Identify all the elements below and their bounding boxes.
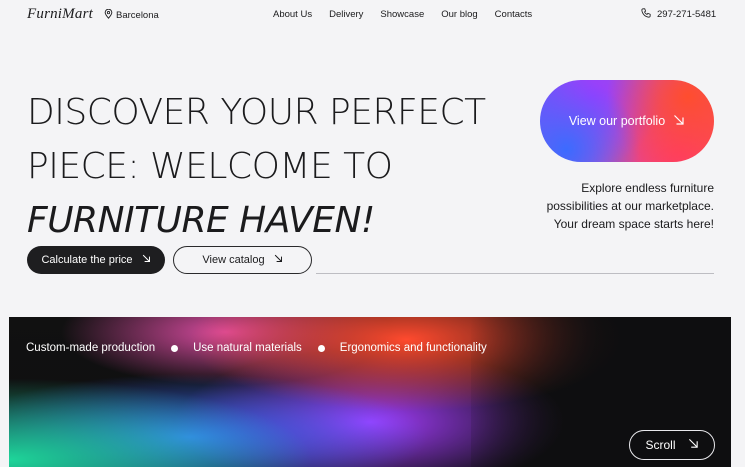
view-catalog-label: View catalog xyxy=(202,254,265,266)
arrow-down-right-icon xyxy=(142,254,151,266)
hero-subtitle: Explore endless furniture possibilities … xyxy=(546,181,714,231)
nav-item-showcase[interactable]: Showcase xyxy=(380,9,424,20)
hero-title: DISCOVER YOUR PERFECT PIECE: WELCOME TO … xyxy=(27,86,547,248)
bullet-dot xyxy=(171,344,179,352)
location-pin-icon xyxy=(104,8,113,22)
phone-icon xyxy=(641,8,651,21)
nav-item-delivery[interactable]: Delivery xyxy=(329,9,363,20)
calculate-price-label: Calculate the price xyxy=(41,254,133,266)
logo[interactable]: FurniMart xyxy=(27,6,93,23)
feature-item: Ergonomics and functionality xyxy=(339,342,487,354)
hero-title-line-2: PIECE: WELCOME TO xyxy=(27,146,393,187)
hero-title-line-1: DISCOVER YOUR PERFECT xyxy=(27,92,486,133)
location-selector[interactable]: Barcelona xyxy=(104,8,159,22)
divider xyxy=(316,273,714,274)
hero-title-line-3: FURNITURE HAVEN! xyxy=(27,200,375,241)
main-nav: About Us Delivery Showcase Our blog Cont… xyxy=(273,9,549,20)
bullet-dot xyxy=(317,344,325,352)
feature-list: Custom-made production Use natural mater… xyxy=(26,342,487,354)
view-portfolio-button[interactable]: View our portfolio xyxy=(540,80,714,162)
view-catalog-button[interactable]: View catalog xyxy=(173,246,312,274)
site-header: FurniMart Barcelona About Us Delivery Sh… xyxy=(0,0,745,32)
arrow-down-right-icon xyxy=(274,254,283,266)
feature-item: Custom-made production xyxy=(26,342,156,354)
scroll-button[interactable]: Scroll xyxy=(629,430,715,460)
location-label: Barcelona xyxy=(116,10,159,21)
nav-item-contacts[interactable]: Contacts xyxy=(495,9,533,20)
phone-contact[interactable]: 297-271-5481 xyxy=(641,8,716,21)
scroll-label: Scroll xyxy=(645,438,676,452)
feature-item: Use natural materials xyxy=(193,342,302,354)
view-portfolio-label: View our portfolio xyxy=(568,114,666,128)
phone-number: 297-271-5481 xyxy=(657,9,717,20)
arrow-down-right-icon xyxy=(688,438,699,452)
nav-item-our-blog[interactable]: Our blog xyxy=(441,9,477,20)
gradient-banner: Custom-made production Use natural mater… xyxy=(9,317,731,467)
arrow-down-right-icon xyxy=(673,114,685,129)
nav-item-about-us[interactable]: About Us xyxy=(273,9,312,20)
calculate-price-button[interactable]: Calculate the price xyxy=(27,246,165,274)
